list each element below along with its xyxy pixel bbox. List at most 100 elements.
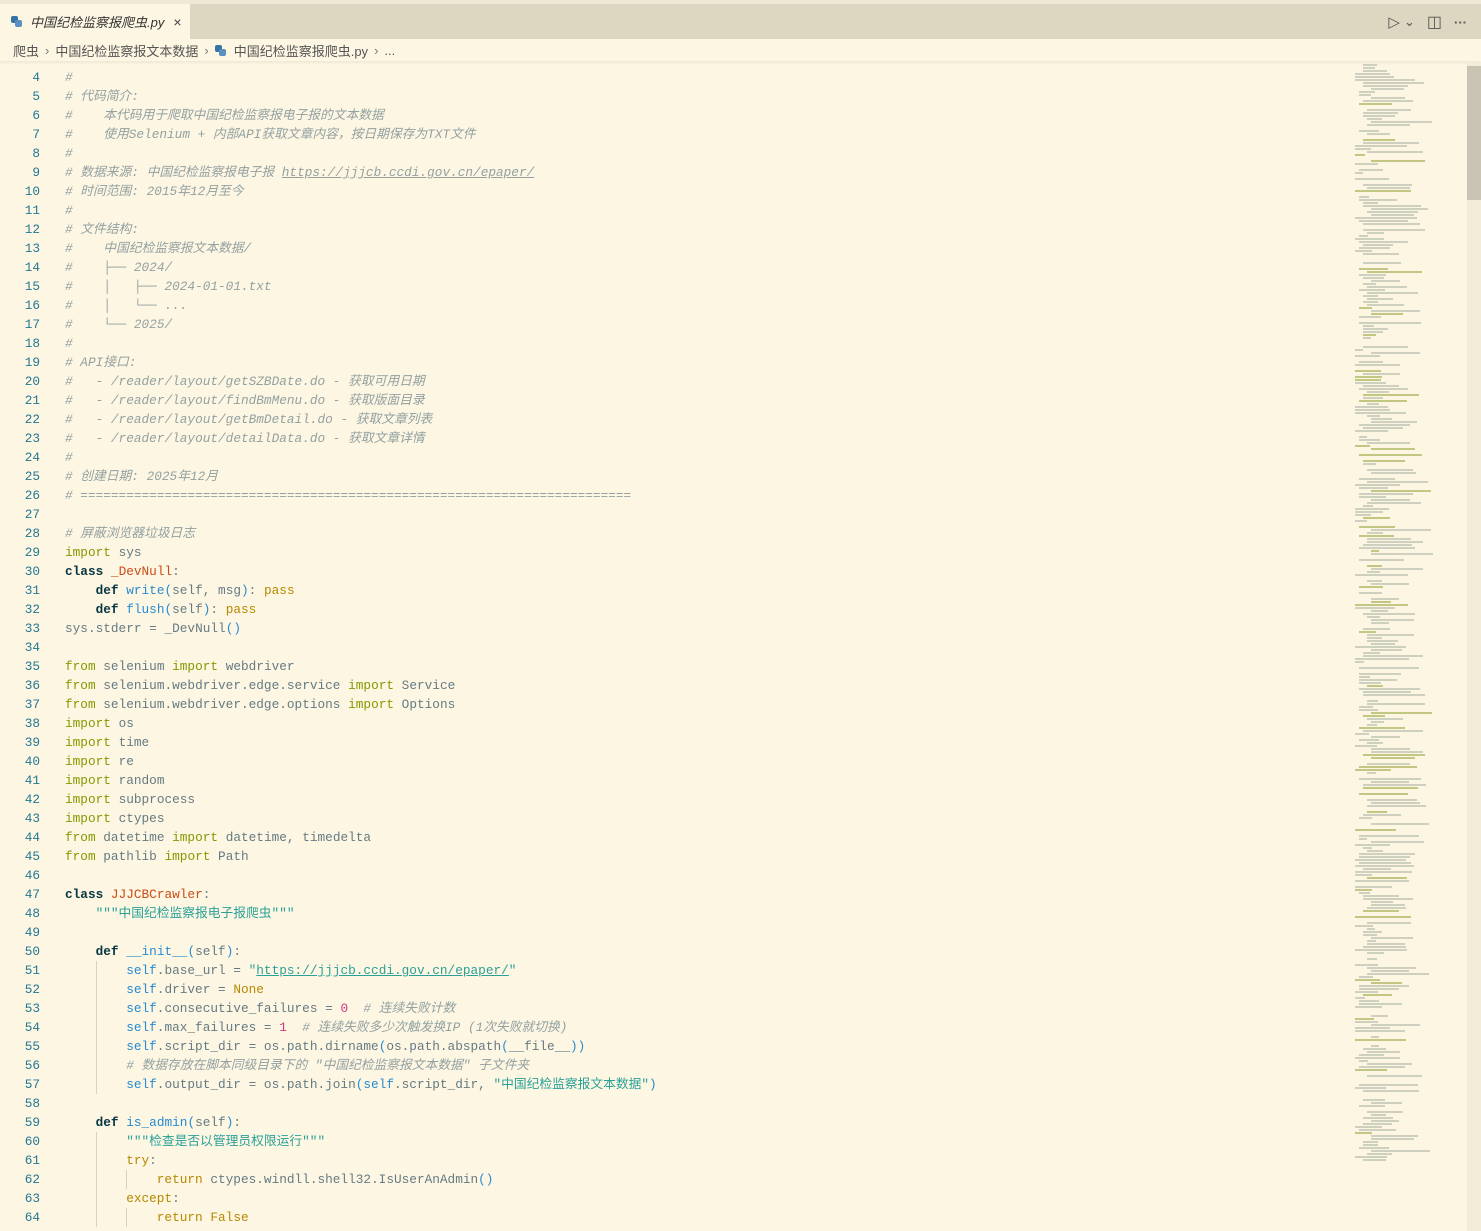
code-line[interactable]: 51 self.base_url = "https://jjjcb.ccdi.go… (0, 961, 1350, 980)
code-line[interactable]: 59 def is_admin(self): (0, 1113, 1350, 1132)
minimap-line (1355, 370, 1381, 372)
code-line[interactable]: 7 # 使用Selenium + 内部API获取文章内容，按日期保存为TXT文件 (0, 125, 1350, 144)
more-actions-icon[interactable]: ··· (1454, 15, 1467, 30)
minimap-line (1367, 685, 1383, 687)
scrollbar-thumb[interactable] (1467, 66, 1481, 200)
code-line[interactable]: 25 # 创建日期: 2025年12月 (0, 467, 1350, 486)
code-line[interactable]: 9 # 数据来源: 中国纪检监察报电子报 https://jjjcb.ccdi.g… (0, 163, 1350, 182)
minimap-line (1359, 424, 1411, 426)
code-line[interactable]: 30 class _DevNull: (0, 562, 1350, 581)
code-line[interactable]: 26 # ====================================… (0, 486, 1350, 505)
minimap-line (1371, 823, 1429, 825)
code-line[interactable]: 50 def __init__(self): (0, 942, 1350, 961)
code-line[interactable]: 34 (0, 638, 1350, 657)
code-line[interactable]: 5 # 代码简介: (0, 87, 1350, 106)
code-editor[interactable]: 4 #5 # 代码简介: 6 # 本代码用于爬取中国纪检监察报电子报的文本数据 7 # 使用… (0, 68, 1350, 1227)
code-line[interactable]: 28 # 屏蔽浏览器垃圾日志 (0, 524, 1350, 543)
code-token: subprocess (110, 792, 196, 807)
code-line[interactable]: 58 (0, 1094, 1350, 1113)
code-line[interactable]: 24 # (0, 448, 1350, 467)
code-line[interactable]: 33 sys.stderr = _DevNull() (0, 619, 1350, 638)
code-line[interactable]: 19 # API接口: (0, 353, 1350, 372)
code-line[interactable]: 4 # (0, 68, 1350, 87)
line-number: 57 (24, 1077, 40, 1092)
code-line[interactable]: 11 # (0, 201, 1350, 220)
code-line[interactable]: 37 from selenium.webdriver.edge.options i… (0, 695, 1350, 714)
code-line[interactable]: 8 # (0, 144, 1350, 163)
code-line[interactable]: 18 # (0, 334, 1350, 353)
minimap-line (1355, 661, 1364, 663)
code-token: class (65, 564, 104, 579)
code-line[interactable]: 20 # - /reader/layout/getSZBDate.do - 获取可… (0, 372, 1350, 391)
code-line[interactable]: 48 """中国纪检监察报电子报爬虫""" (0, 904, 1350, 923)
breadcrumb-item[interactable]: 中国纪检监察报爬虫.py (234, 41, 368, 60)
code-line[interactable]: 62 return ctypes.windll.shell32.IsUserAnA… (0, 1170, 1350, 1189)
minimap-line (1359, 526, 1396, 528)
code-token: self (363, 1077, 394, 1092)
code-line[interactable]: 40 import re (0, 752, 1350, 771)
breadcrumb-item[interactable]: 爬虫 (13, 41, 39, 60)
code-line[interactable]: 55 self.script_dir = os.path.dirname (os.p… (0, 1037, 1350, 1056)
code-line[interactable]: 17 # └── 2025/ (0, 315, 1350, 334)
indent-guide (95, 1056, 127, 1075)
code-line[interactable]: 23 # - /reader/layout/detailData.do - 获取文… (0, 429, 1350, 448)
code-line[interactable]: 32 def flush(self): pass (0, 600, 1350, 619)
code-line[interactable]: 64 return False (0, 1208, 1350, 1227)
code-line[interactable]: 44 from datetime import datetime, timedel… (0, 828, 1350, 847)
close-tab-icon[interactable]: × (173, 14, 181, 30)
code-line[interactable]: 6 # 本代码用于爬取中国纪检监察报电子报的文本数据 (0, 106, 1350, 125)
minimap-line (1363, 715, 1385, 717)
code-line[interactable]: 10 # 时间范围: 2015年12月至今 (0, 182, 1350, 201)
code-line[interactable]: 35 from selenium import webdriver (0, 657, 1350, 676)
code-line[interactable]: 15 # │ ├── 2024-01-01.txt (0, 277, 1350, 296)
breadcrumb-item[interactable]: 中国纪检监察报文本数据 (55, 41, 198, 60)
code-line[interactable]: 45 from pathlib import Path (0, 847, 1350, 866)
code-line[interactable]: 14 # ├── 2024/ (0, 258, 1350, 277)
minimap-line (1355, 1021, 1379, 1023)
minimap-line (1355, 874, 1373, 876)
split-editor-icon[interactable]: ◫ (1427, 12, 1442, 32)
code-line[interactable]: 16 # │ └── ... (0, 296, 1350, 315)
code-line[interactable]: 31 def write(self, msg): pass (0, 581, 1350, 600)
chevron-down-icon[interactable]: ⌄ (1404, 14, 1415, 30)
code-token: # 数据来源: 中国纪检监察报电子报 (65, 165, 282, 180)
editor-actions: ▷ ⌄ ◫ ··· (1388, 12, 1467, 32)
code-line[interactable]: 12 # 文件结构: (0, 220, 1350, 239)
code-line[interactable]: 53 self.consecutive_failures = 0 # 连续失败计数 (0, 999, 1350, 1018)
code-line[interactable]: 52 self.driver = None (0, 980, 1350, 999)
code-line[interactable]: 47 class JJJCBCrawler: (0, 885, 1350, 904)
code-line[interactable]: 56 # 数据存放在脚本同级目录下的 "中国纪检监察报文本数据" 子文件夹 (0, 1056, 1350, 1075)
tab-editor-file[interactable]: 中国纪检监察报爬虫.py × (0, 4, 190, 39)
minimap-line (1363, 1144, 1379, 1146)
code-line[interactable]: 57 self.output_dir = os.path.join(self.sc… (0, 1075, 1350, 1094)
code-line[interactable]: 43 import ctypes (0, 809, 1350, 828)
breadcrumb-item[interactable]: ... (384, 43, 395, 58)
minimap-line (1355, 250, 1372, 252)
minimap-line (1359, 592, 1382, 594)
code-line[interactable]: 54 self.max_failures = 1 # 连续失败多少次触发换IP (… (0, 1018, 1350, 1037)
code-line[interactable]: 22 # - /reader/layout/getBmDetail.do - 获取… (0, 410, 1350, 429)
code-line[interactable]: 27 (0, 505, 1350, 524)
indent-guide (95, 1170, 127, 1189)
code-line[interactable]: 60 """检查是否以管理员权限运行""" (0, 1132, 1350, 1151)
code-line[interactable]: 46 (0, 866, 1350, 885)
code-line[interactable]: 63 except: (0, 1189, 1350, 1208)
minimap-line (1355, 859, 1406, 861)
minimap-line (1355, 604, 1409, 606)
code-line[interactable]: 38 import os (0, 714, 1350, 733)
minimap[interactable] (1355, 62, 1465, 1231)
run-icon[interactable]: ▷ (1388, 13, 1400, 31)
code-line[interactable]: 21 # - /reader/layout/findBmMenu.do - 获取版… (0, 391, 1350, 410)
code-line[interactable]: 42 import subprocess (0, 790, 1350, 809)
code-line[interactable]: 49 (0, 923, 1350, 942)
code-line[interactable]: 36 from selenium.webdriver.edge.service i… (0, 676, 1350, 695)
code-line[interactable]: 61 try: (0, 1151, 1350, 1170)
minimap-line (1359, 436, 1368, 438)
minimap-line (1371, 643, 1396, 645)
vertical-scrollbar[interactable] (1467, 62, 1481, 1231)
code-line[interactable]: 41 import random (0, 771, 1350, 790)
code-token: datetime (95, 830, 173, 845)
code-line[interactable]: 29 import sys (0, 543, 1350, 562)
code-line[interactable]: 13 # 中国纪检监察报文本数据/ (0, 239, 1350, 258)
code-line[interactable]: 39 import time (0, 733, 1350, 752)
